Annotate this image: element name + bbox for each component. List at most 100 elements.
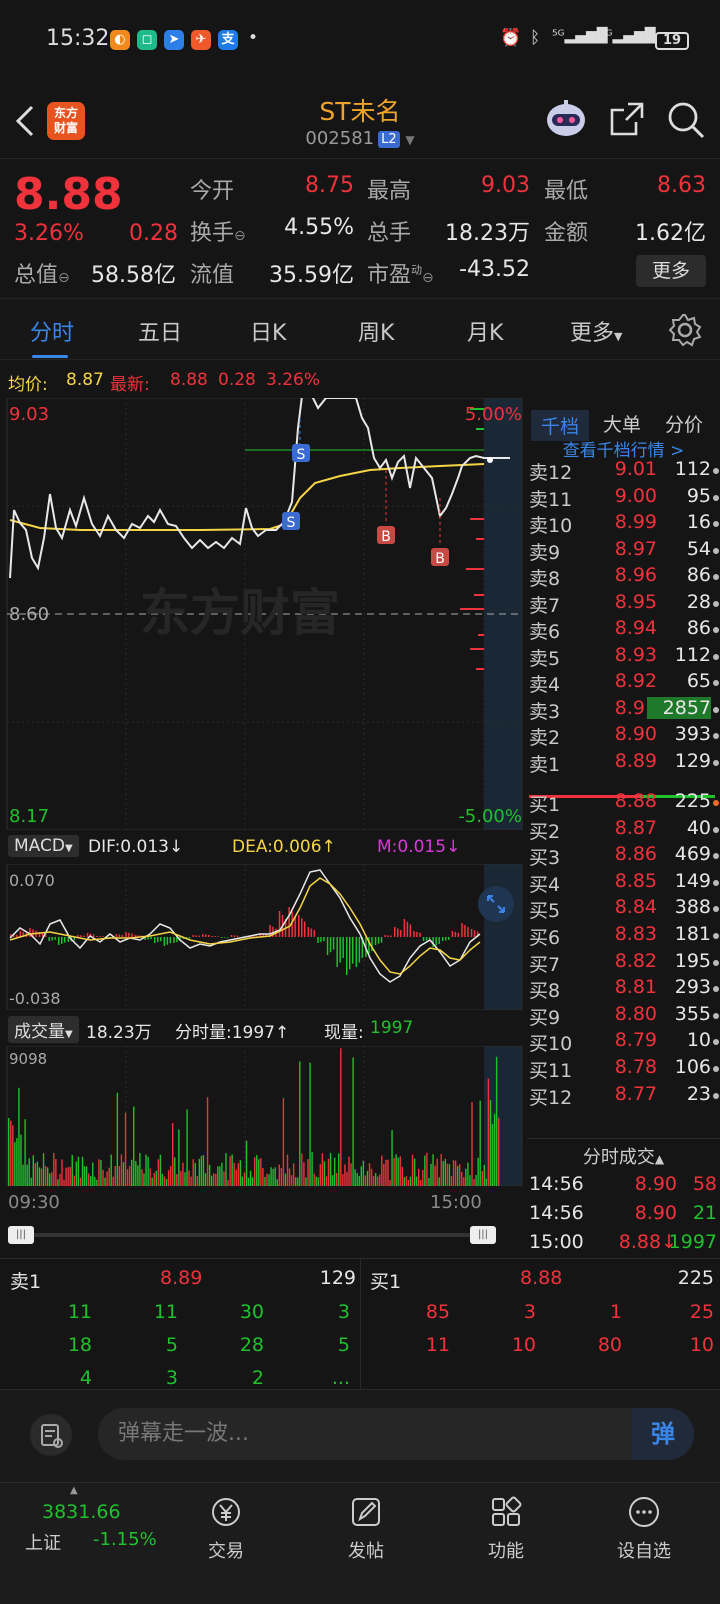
volume-bar bbox=[215, 1173, 217, 1186]
tick-row: 14:56 8.90 21 bbox=[527, 1202, 720, 1230]
macd-bar bbox=[131, 933, 133, 937]
tab-monthly-k[interactable]: 月K bbox=[467, 315, 503, 347]
index-widget[interactable]: ▲ 3831.66 上证 -1.15% bbox=[0, 1483, 157, 1604]
time-axis: 09:30 15:00 bbox=[0, 1188, 525, 1222]
volume-bar bbox=[383, 1163, 385, 1186]
danmaku-toggle-button[interactable]: 弹 bbox=[632, 1408, 694, 1460]
volume-bar bbox=[51, 1172, 53, 1186]
macd-bar bbox=[192, 935, 194, 937]
volume-bar bbox=[227, 1179, 229, 1186]
bid-level-row[interactable]: 买9 8.80 355 bbox=[527, 1003, 720, 1030]
ask-level-row[interactable]: 卖9 8.97 54 bbox=[527, 538, 720, 565]
search-icon[interactable] bbox=[666, 100, 706, 140]
nav-features[interactable]: 功能 bbox=[456, 1495, 556, 1563]
ask-level-label: 卖9 bbox=[529, 541, 561, 564]
macd-bar bbox=[358, 937, 361, 963]
bid-level-row[interactable]: 买10 8.79 10 bbox=[527, 1029, 720, 1056]
level2-badge: L2 bbox=[378, 131, 400, 148]
expand-chart-icon[interactable] bbox=[478, 886, 514, 922]
macd-bar bbox=[406, 921, 409, 937]
ask-level-row[interactable]: 卖5 8.93 112 bbox=[527, 644, 720, 671]
volume-bar bbox=[479, 1100, 481, 1186]
macd-bar bbox=[461, 923, 463, 937]
macd-chart[interactable]: 0.070 -0.038 bbox=[0, 863, 525, 1011]
ask-level-row[interactable]: 卖1 8.89 129 bbox=[527, 750, 720, 777]
settings-gear-icon[interactable] bbox=[668, 313, 702, 347]
macd-selector[interactable]: MACD▼ bbox=[8, 835, 79, 857]
ask-level-row[interactable]: 卖11 9.00 95 bbox=[527, 485, 720, 512]
bid-level-row[interactable]: 买1 8.88 225 bbox=[527, 790, 720, 817]
bid-level-row[interactable]: 买2 8.87 40 bbox=[527, 817, 720, 844]
ask-level-row[interactable]: 卖3 8.91 2857 bbox=[527, 696, 720, 724]
more-quote-button[interactable]: 更多 bbox=[636, 255, 706, 287]
comment-tool-button[interactable] bbox=[30, 1414, 72, 1456]
ask-level-row[interactable]: 卖2 8.90 393 bbox=[527, 723, 720, 750]
volume-bar bbox=[49, 1173, 51, 1186]
volume-bar bbox=[288, 1168, 291, 1186]
bid-level-row[interactable]: 买3 8.86 469 bbox=[527, 843, 720, 870]
nav-post[interactable]: 发帖 bbox=[316, 1495, 416, 1563]
tab-five-day[interactable]: 五日 bbox=[138, 315, 182, 347]
bid-qty: 40 bbox=[686, 816, 711, 839]
danmaku-input[interactable]: 弹幕走一波... bbox=[98, 1408, 694, 1460]
volume-bar bbox=[112, 1176, 114, 1186]
tab-more[interactable]: 更多▼ bbox=[570, 315, 622, 347]
tab-intraday[interactable]: 分时 bbox=[30, 315, 74, 347]
mktcap-label[interactable]: 总值⊖ bbox=[14, 257, 70, 289]
intraday-price-chart[interactable]: 东方财富 S S B B 9.03 8.60 8.17 5.00% -5.00% bbox=[0, 395, 525, 831]
bid-qty: 388 bbox=[674, 896, 711, 919]
scroller-left-handle[interactable]: ||| bbox=[8, 1226, 34, 1244]
volume-bar bbox=[79, 1177, 82, 1186]
ask-level-row[interactable]: 卖10 8.99 16 bbox=[527, 511, 720, 538]
bid-level-row[interactable]: 买4 8.85 149 bbox=[527, 870, 720, 897]
ask-level-row[interactable]: 卖7 8.95 28 bbox=[527, 591, 720, 618]
robot-assistant-icon[interactable] bbox=[544, 96, 588, 140]
macd-bar bbox=[195, 935, 197, 937]
volume-bar bbox=[20, 1134, 22, 1186]
ticks-title[interactable]: 分时成交▲ bbox=[527, 1143, 720, 1169]
turnover-label[interactable]: 换手⊖ bbox=[190, 215, 246, 247]
chart-range-scroller[interactable]: ||| ||| bbox=[8, 1226, 496, 1244]
macd-bar bbox=[48, 937, 50, 941]
bid-level-row[interactable]: 买6 8.83 181 bbox=[527, 923, 720, 950]
volume-chart[interactable]: 9098 bbox=[0, 1045, 525, 1187]
bid-level-label: 买5 bbox=[529, 900, 561, 923]
macd-bar bbox=[377, 937, 380, 944]
bid-level-row[interactable]: 买12 8.77 23 bbox=[527, 1083, 720, 1110]
bid-queue-cell: 10 bbox=[511, 1334, 536, 1356]
nav-add-watchlist[interactable]: 设自选 bbox=[594, 1495, 694, 1563]
ask-level-row[interactable]: 卖4 8.92 65 bbox=[527, 670, 720, 697]
volume-bar bbox=[180, 1171, 182, 1186]
volume-bar bbox=[459, 1164, 461, 1186]
pe-dynamic-mark: 动 bbox=[411, 263, 423, 277]
tab-daily-k[interactable]: 日K bbox=[250, 315, 286, 347]
bid-level-row[interactable]: 买8 8.81 293 bbox=[527, 976, 720, 1003]
tab-weekly-k[interactable]: 周K bbox=[358, 315, 394, 347]
tick-trades[interactable]: 分时成交▲ 14:56 8.90 58 14:56 8.90 21 15:00 8.… bbox=[527, 1138, 720, 1258]
ask-level-row[interactable]: 卖6 8.94 86 bbox=[527, 617, 720, 644]
book-tab-large-orders[interactable]: 大单 bbox=[603, 410, 641, 437]
bid-qty: 181 bbox=[674, 923, 711, 945]
ask-queue-cell: 3 bbox=[337, 1301, 350, 1323]
volume-bar bbox=[196, 1176, 198, 1186]
share-icon[interactable] bbox=[608, 100, 646, 138]
bid-level-row[interactable]: 买11 8.78 106 bbox=[527, 1056, 720, 1083]
bid-level-row[interactable]: 买5 8.84 388 bbox=[527, 896, 720, 923]
book-tab-price-volume[interactable]: 分价 bbox=[665, 410, 703, 437]
volume-selector[interactable]: 成交量▼ bbox=[8, 1016, 79, 1043]
bid-level-row[interactable]: 买7 8.82 195 bbox=[527, 950, 720, 977]
buy-marker-text: B bbox=[381, 529, 391, 545]
nav-trade[interactable]: 交易 bbox=[176, 1495, 276, 1563]
volume-bar bbox=[313, 1173, 315, 1186]
volume-bar bbox=[272, 1168, 274, 1186]
pe-label[interactable]: 市盈动⊖ bbox=[367, 257, 434, 289]
volume-bar bbox=[122, 1162, 125, 1186]
scroller-right-handle[interactable]: ||| bbox=[470, 1226, 496, 1244]
volume-bar bbox=[454, 1160, 457, 1186]
ask-level-row[interactable]: 卖8 8.96 86 bbox=[527, 564, 720, 591]
alipay-icon: 支 bbox=[218, 30, 238, 50]
volume-bar bbox=[415, 1176, 418, 1186]
macd-bar bbox=[233, 935, 236, 937]
bid-queue-cell: 85 bbox=[425, 1301, 450, 1323]
ask-level-row[interactable]: 卖12 9.01 112 bbox=[527, 458, 720, 485]
